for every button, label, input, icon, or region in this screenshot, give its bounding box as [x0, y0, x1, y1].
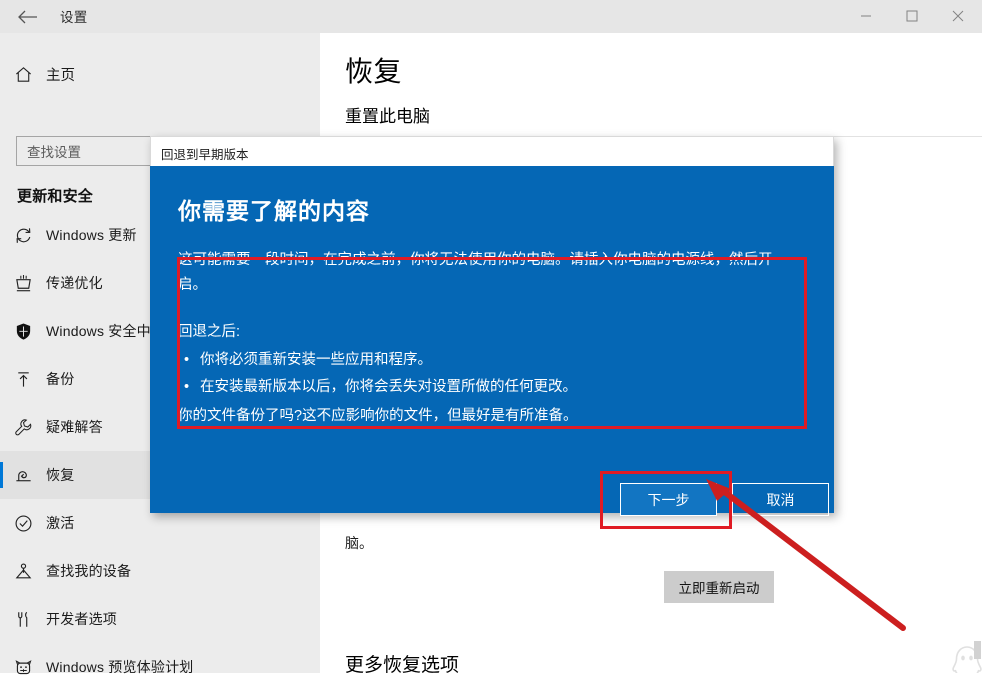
sidebar-item-label: 传递优化: [46, 275, 103, 291]
shield-icon: [0, 322, 46, 341]
titlebar-left-region: [0, 0, 320, 33]
maximize-icon: [906, 10, 918, 22]
sidebar-item-developer-options[interactable]: 开发者选项: [0, 595, 320, 643]
sidebar-item-home[interactable]: 主页: [0, 56, 300, 92]
reset-description-tail: 脑。: [345, 535, 373, 551]
recovery-icon: [0, 466, 46, 485]
insider-cat-icon: [0, 658, 46, 677]
app-title: 设置: [60, 10, 88, 25]
refresh-icon: [0, 226, 46, 245]
backup-upload-icon: [0, 370, 46, 389]
sidebar-item-label: Windows 安全中心: [46, 323, 166, 339]
dialog-body: 你需要了解的内容 这可能需要一段时间，在完成之前，你将无法使用你的电脑。请插入你…: [150, 166, 834, 529]
sidebar-item-label: 查找我的设备: [46, 563, 132, 579]
page-title: 恢复: [345, 56, 403, 87]
dialog-heading: 你需要了解的内容: [178, 198, 370, 224]
scrollbar-thumb[interactable]: [974, 641, 981, 659]
rollback-dialog: 回退到早期版本 你需要了解的内容 这可能需要一段时间，在完成之前，你将无法使用你…: [150, 136, 834, 529]
next-button[interactable]: 下一步: [620, 483, 717, 516]
sidebar-item-label: 疑难解答: [46, 419, 103, 435]
content-scrollbar[interactable]: [973, 33, 982, 673]
dialog-paragraph-final: 你的文件备份了吗?这不应影响你的文件，但最好是有所准备。: [178, 408, 578, 424]
restart-now-button[interactable]: 立即重新启动: [664, 571, 774, 603]
back-arrow-icon: [18, 10, 38, 24]
sidebar-item-label: 恢复: [46, 467, 75, 483]
cancel-button[interactable]: 取消: [732, 483, 829, 516]
sidebar-section-header: 更新和安全: [17, 188, 94, 205]
close-icon: [952, 10, 964, 22]
maximize-button[interactable]: [889, 0, 935, 32]
sidebar-item-label: 激活: [46, 515, 75, 531]
sidebar-item-windows-insider[interactable]: Windows 预览体验计划: [0, 643, 320, 691]
sidebar-item-label: 开发者选项: [46, 611, 117, 627]
sidebar-item-label: Windows 更新: [46, 227, 137, 243]
dialog-paragraph-1: 这可能需要一段时间，在完成之前，你将无法使用你的电脑。请插入你电脑的电源线，然后…: [178, 252, 773, 293]
dialog-titlebar: 回退到早期版本: [150, 136, 834, 166]
delivery-optimization-icon: [0, 274, 46, 293]
dialog-bullet-list: 你将必须重新安装一些应用和程序。 在安装最新版本以后，你将会丢失对设置所做的任何…: [178, 347, 800, 401]
sidebar-home-label: 主页: [46, 67, 75, 84]
check-circle-icon: [0, 514, 46, 533]
dialog-bullet-item: 你将必须重新安装一些应用和程序。: [184, 347, 800, 374]
dialog-bullet-item: 在安装最新版本以后，你将会丢失对设置所做的任何更改。: [184, 374, 800, 401]
dialog-text-block: 这可能需要一段时间，在完成之前，你将无法使用你的电脑。请插入你电脑的电源线，然后…: [178, 248, 800, 429]
minimize-icon: [860, 10, 872, 22]
close-button[interactable]: [935, 0, 981, 32]
reset-section-title: 重置此电脑: [345, 107, 430, 126]
sidebar-item-label: Windows 预览体验计划: [46, 659, 194, 675]
dialog-title: 回退到早期版本: [161, 148, 249, 162]
window-titlebar: 设置: [0, 0, 982, 33]
home-icon: [0, 65, 46, 84]
sidebar-item-find-my-device[interactable]: 查找我的设备: [0, 547, 320, 595]
more-recovery-options-title: 更多恢复选项: [345, 655, 460, 673]
developer-tools-icon: [0, 610, 46, 629]
back-button[interactable]: [8, 2, 48, 32]
find-my-device-icon: [0, 562, 46, 581]
sidebar-item-label: 备份: [46, 371, 75, 387]
dialog-after-rollback-label: 回退之后:: [178, 324, 241, 340]
wrench-icon: [0, 418, 46, 437]
minimize-button[interactable]: [843, 0, 889, 32]
